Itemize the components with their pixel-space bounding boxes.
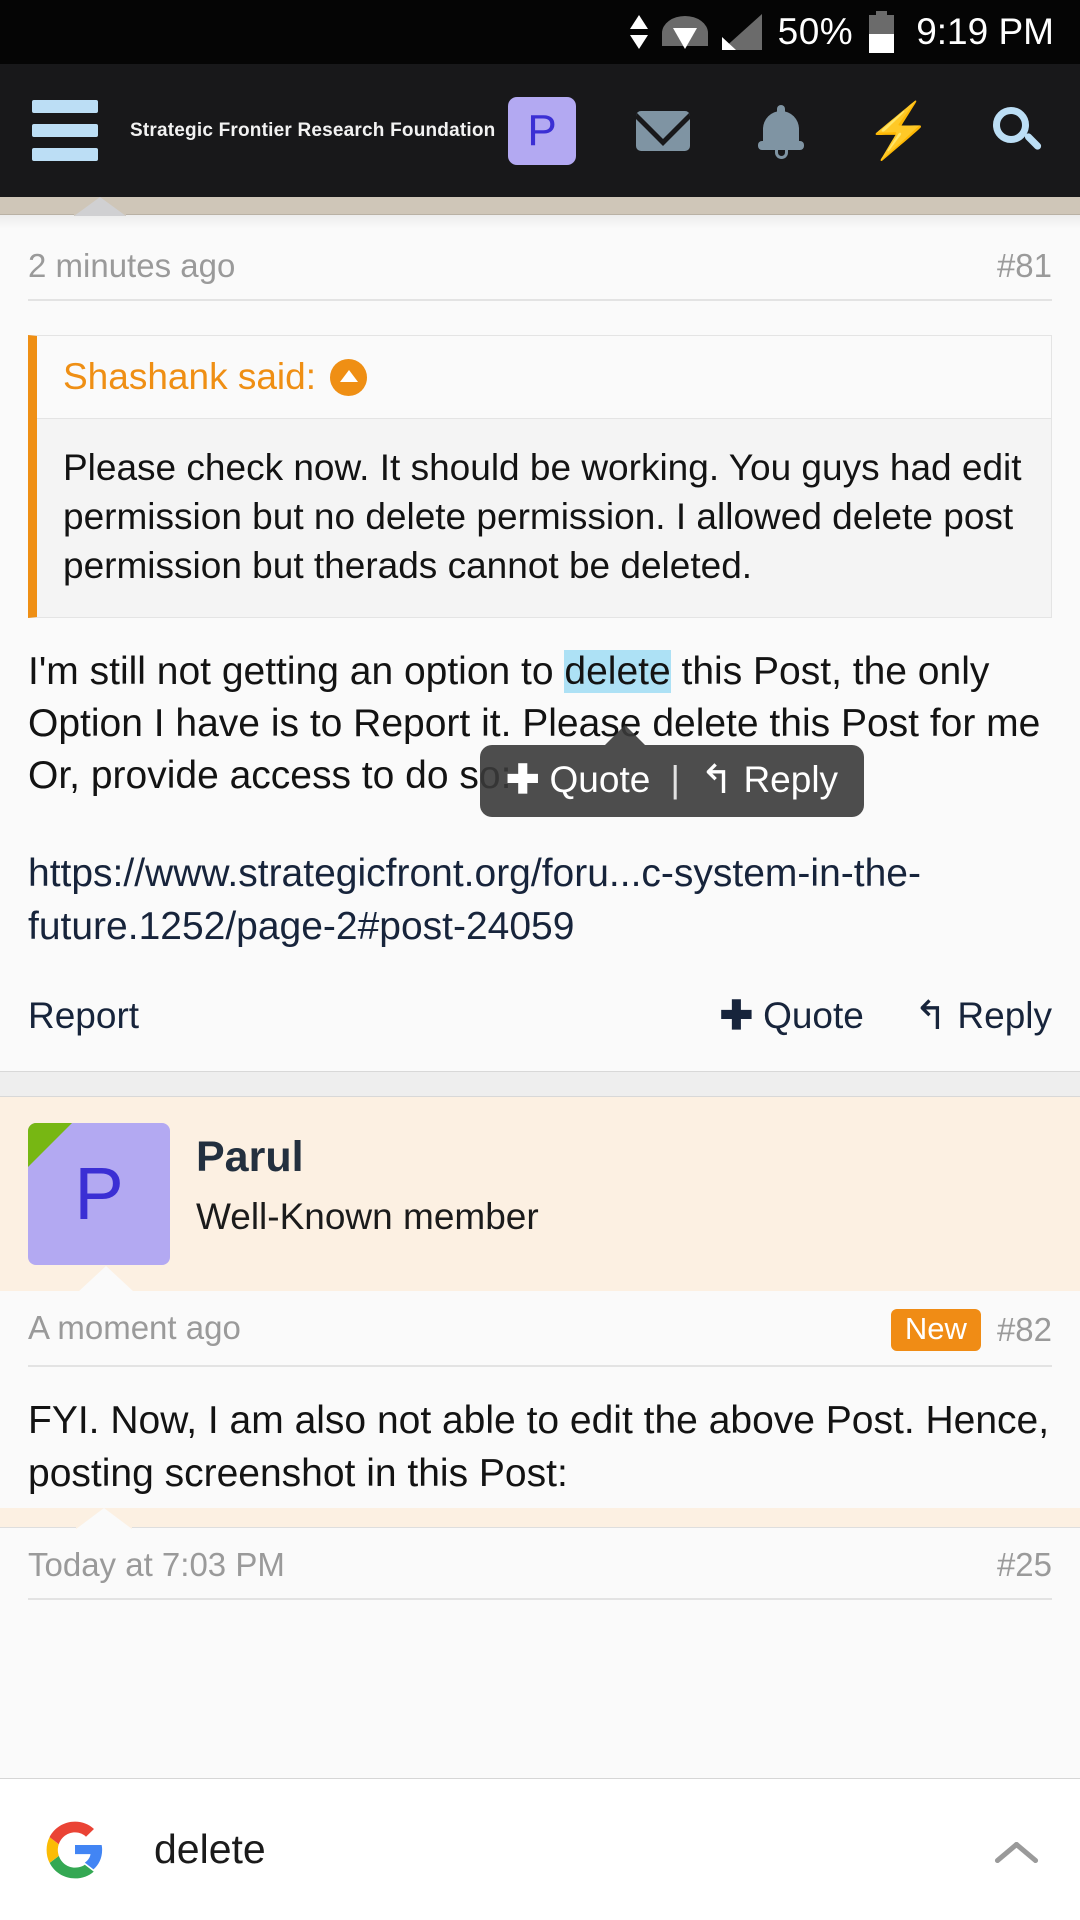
- post-arrow-notch: [74, 197, 126, 216]
- avatar[interactable]: P: [28, 1122, 170, 1265]
- header-shadow: [0, 215, 1080, 229]
- inbox-icon[interactable]: [632, 100, 694, 162]
- whats-new-bolt-icon[interactable]: ⚡: [865, 100, 932, 162]
- post-82-meta: A moment ago New #82: [28, 1291, 1052, 1366]
- search-query-text[interactable]: delete: [154, 1826, 266, 1873]
- quote-button[interactable]: ✚ Quote: [720, 995, 864, 1037]
- tooltip-arrow: [605, 725, 645, 745]
- quote-author-label: Shashank said:: [63, 356, 317, 397]
- post-81-meta: 2 minutes ago #81: [28, 229, 1052, 299]
- data-transfer-icon: [629, 13, 648, 51]
- inner-quoted-post-edge: [0, 1507, 1080, 1529]
- reply-arrow-icon: ↰: [699, 758, 734, 802]
- reply-arrow-icon: ↰: [913, 993, 948, 1038]
- site-title: Strategic Frontier Research Foundation: [130, 119, 496, 141]
- post-81: 2 minutes ago #81 Shashank said: Please …: [0, 229, 1080, 1071]
- app-header-bar: Strategic Frontier Research Foundation P…: [0, 64, 1080, 197]
- account-avatar-button[interactable]: P: [508, 96, 576, 165]
- jump-to-post-icon[interactable]: [330, 358, 368, 396]
- wifi-icon: [661, 14, 708, 50]
- previous-post-edge: [0, 197, 1080, 216]
- text-selection-tooltip: ✚ Quote | ↰ Reply: [480, 725, 865, 817]
- online-status-corner-icon: [28, 1122, 72, 1167]
- post-81-meta-right: #81: [997, 247, 1052, 285]
- post-82: A moment ago New #82 FYI. Now, I am also…: [0, 1290, 1080, 1500]
- user-info: Parul Well-Known member: [196, 1123, 539, 1265]
- plus-icon: ✚: [719, 993, 754, 1038]
- selected-text-highlight[interactable]: delete: [564, 649, 671, 693]
- inner-quoted-post-meta-right: #25: [997, 1546, 1052, 1584]
- post-82-meta-right: New #82: [890, 1308, 1052, 1352]
- post-81-number[interactable]: #81: [997, 247, 1052, 285]
- post-82-date[interactable]: A moment ago: [28, 1309, 241, 1347]
- inner-quote-arrow-notch: [76, 1507, 132, 1529]
- clock-label: 9:19 PM: [916, 11, 1054, 52]
- post-81-date[interactable]: 2 minutes ago: [28, 247, 235, 285]
- report-label: Report: [28, 994, 140, 1036]
- reply-label: Reply: [957, 994, 1052, 1036]
- quote-header[interactable]: Shashank said:: [37, 336, 1051, 419]
- status-bar-icons: [629, 13, 762, 51]
- quote-block: Shashank said: Please check now. It shou…: [28, 335, 1052, 618]
- post-81-actions: Report ✚ Quote ↰ Reply: [28, 953, 1052, 1071]
- search-icon[interactable]: [986, 100, 1048, 162]
- post-separator: [0, 1070, 1080, 1097]
- inner-quoted-post-meta: Today at 7:03 PM #25: [28, 1528, 1052, 1598]
- user-header-foot: [0, 1264, 1080, 1292]
- tooltip-reply-label: Reply: [743, 759, 839, 800]
- tooltip-reply-button[interactable]: ↰ Reply: [700, 759, 838, 801]
- tooltip-quote-label: Quote: [549, 759, 651, 800]
- tooltip-separator: |: [670, 759, 680, 800]
- post-82-number[interactable]: #82: [997, 1311, 1052, 1349]
- status-badge: New: [890, 1308, 981, 1352]
- post-82-user-header: P Parul Well-Known member: [0, 1096, 1080, 1265]
- google-search-bar[interactable]: delete: [0, 1778, 1080, 1920]
- inner-quoted-post-number[interactable]: #25: [997, 1546, 1052, 1584]
- hamburger-menu-icon[interactable]: [22, 94, 98, 167]
- report-button[interactable]: Report: [28, 995, 139, 1037]
- tooltip-quote-button[interactable]: ✚ Quote: [506, 759, 650, 801]
- user-title: Well-Known member: [196, 1195, 539, 1237]
- phone-screen: 50% 9:19 PM Strategic Frontier Research …: [0, 0, 1080, 1920]
- avatar-initial: P: [74, 1151, 124, 1235]
- inner-quoted-post-date[interactable]: Today at 7:03 PM: [28, 1546, 285, 1584]
- battery-percent-label: 50%: [777, 11, 854, 52]
- google-g-icon: [44, 1819, 106, 1881]
- quote-label: Quote: [763, 994, 864, 1036]
- chevron-up-icon[interactable]: [992, 1828, 1036, 1872]
- user-name[interactable]: Parul: [196, 1133, 539, 1182]
- header-actions: P ⚡: [508, 96, 1058, 165]
- post-81-url[interactable]: https://www.strategicfront.org/foru...c-…: [28, 802, 1052, 953]
- plus-icon: ✚: [506, 758, 540, 802]
- user-header-arrow-notch: [78, 1265, 134, 1292]
- post-81-text-before: I'm still not getting an option to: [28, 649, 565, 693]
- quote-body-text: Please check now. It should be working. …: [63, 447, 1022, 587]
- battery-icon: [869, 11, 895, 53]
- cellular-signal-icon: [721, 14, 762, 50]
- post-82-body: FYI. Now, I am also not able to edit the…: [28, 1399, 1050, 1495]
- inner-quoted-post-divider: [28, 1597, 1052, 1600]
- reply-button[interactable]: ↰ Reply: [914, 995, 1052, 1037]
- alerts-bell-icon[interactable]: [750, 100, 812, 162]
- post-81-actions-right: ✚ Quote ↰ Reply: [720, 995, 1052, 1037]
- inner-quoted-post: Today at 7:03 PM #25: [0, 1527, 1080, 1600]
- status-bar: 50% 9:19 PM: [0, 0, 1080, 64]
- post-81-divider: [28, 299, 1052, 301]
